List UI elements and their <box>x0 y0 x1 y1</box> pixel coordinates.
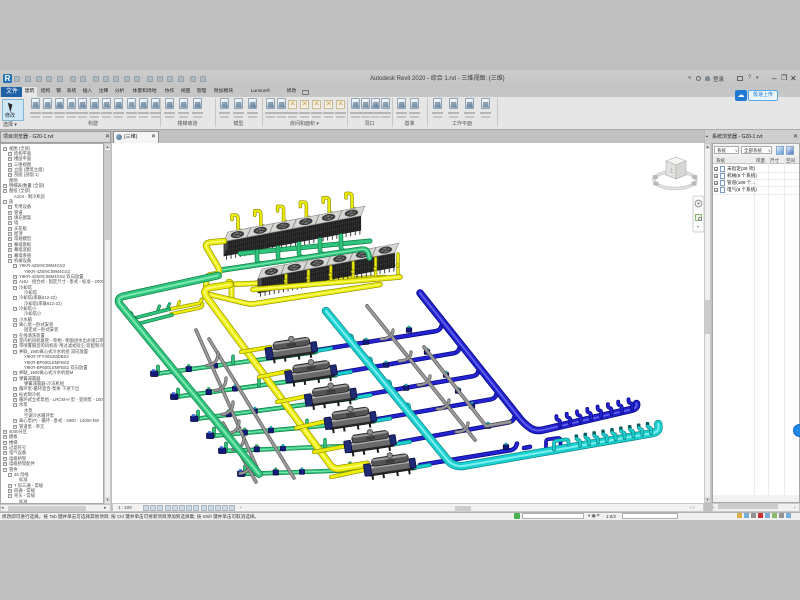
svg-text:▾: ▾ <box>697 224 699 229</box>
svg-text:上: 上 <box>669 167 674 174</box>
